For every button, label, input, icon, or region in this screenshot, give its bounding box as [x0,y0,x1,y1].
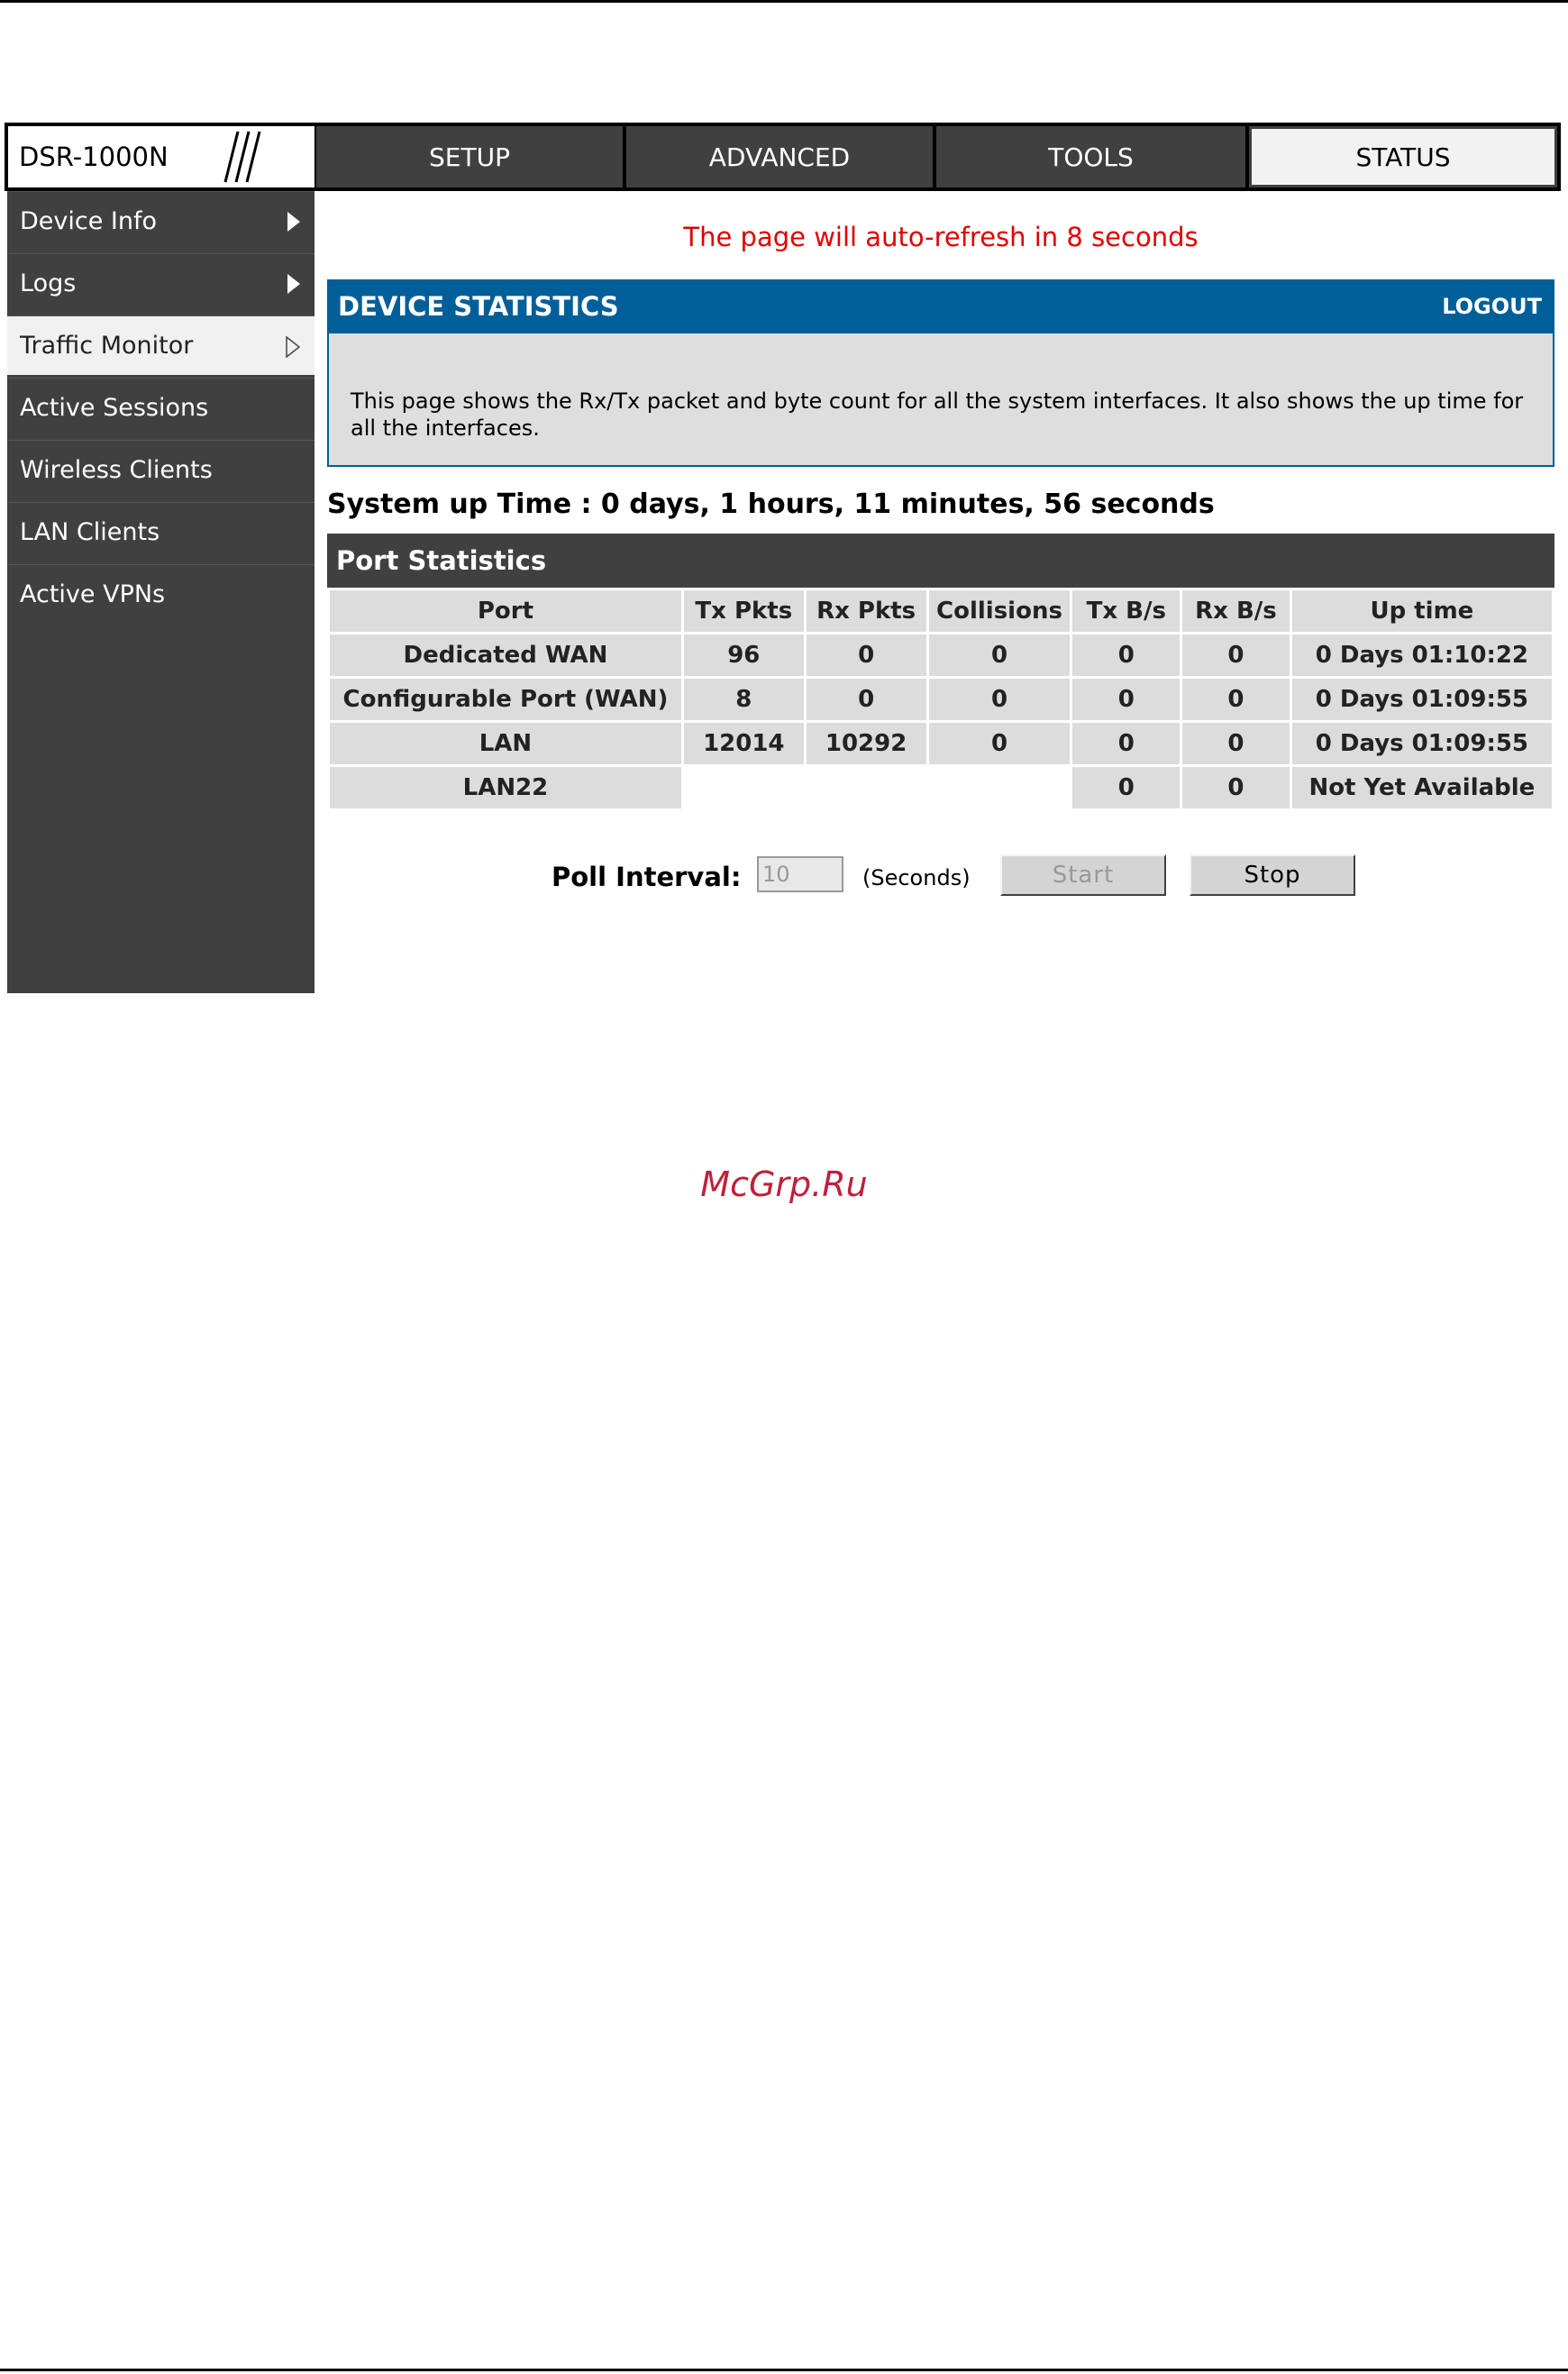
start-button[interactable]: Start [1000,854,1166,896]
table-cell: 0 [1180,764,1292,811]
table-cell: 0 [1180,632,1292,679]
table-cell: 12014 [680,720,807,767]
sidebar-item-active-vpns[interactable]: Active VPNs [7,564,315,624]
column-header: Tx B/s [1070,588,1183,635]
sidebar-item-label: Active VPNs [20,580,166,608]
device-statistics-header: DEVICE STATISTICS LOGOUT [327,279,1554,333]
poll-interval-label: Poll Interval: [552,862,742,892]
page-title: DEVICE STATISTICS [338,291,619,322]
table-cell: 0 [1070,676,1183,723]
column-header: Rx Pkts [803,588,929,635]
sidebar-item-label: Wireless Clients [20,456,213,484]
table-row: LAN22 0 0 Not Yet Available [327,764,1555,811]
table-cell: 0 [1070,764,1183,811]
page-description: This page shows the Rx/Tx packet and byt… [327,333,1554,467]
table-cell: 0 Days 01:09:55 [1289,720,1555,767]
auto-refresh-notice: The page will auto-refresh in 8 seconds [683,222,1199,252]
table-cell: 0 [1070,632,1183,679]
column-header: Port [327,588,684,635]
tab-setup[interactable]: SETUP [316,126,623,187]
table-cell: 8 [680,676,807,723]
table-cell: 0 [925,676,1073,723]
poll-interval-controls: Poll Interval: (Seconds) Start Stop [0,853,1568,899]
table-cell: 0 [803,632,929,679]
table-row: LAN 12014 10292 0 0 0 0 Days 01:09:55 [327,720,1555,767]
sidebar-item-label: Traffic Monitor [20,332,194,360]
sidebar-item-active-sessions[interactable]: Active Sessions [7,378,315,437]
table-cell: 0 [1180,720,1292,767]
table-cell: 0 [1180,676,1292,723]
table-cell: LAN22 [327,764,684,811]
table-cell: 0 [1070,720,1183,767]
tab-status[interactable]: STATUS [1249,126,1557,187]
table-cell: 0 Days 01:09:55 [1289,676,1555,723]
product-logo: DSR-1000N [8,126,315,187]
table-cell: Not Yet Available [1289,764,1555,811]
logout-link[interactable]: LOGOUT [1442,294,1542,319]
arrow-right-icon [287,212,300,232]
table-cell-empty [680,764,1073,811]
product-model: DSR-1000N [19,142,169,172]
column-header: Collisions [925,588,1073,635]
table-cell: 96 [680,632,807,679]
arrow-right-outline-icon [286,336,300,358]
tab-tools[interactable]: TOOLS [936,126,1245,187]
top-rule [0,0,1568,3]
sidebar-item-device-info[interactable]: Device Info [7,191,315,251]
sidebar-item-wireless-clients[interactable]: Wireless Clients [7,440,315,499]
tab-advanced[interactable]: ADVANCED [626,126,933,187]
column-header: Up time [1289,588,1555,635]
sidebar-item-label: Active Sessions [20,394,209,422]
logo-slashes-icon [223,131,261,183]
table-cell: 0 [925,720,1073,767]
top-nav: DSR-1000N SETUP ADVANCED TOOLS STATUS [5,123,1561,191]
port-statistics-header: Port Statistics [327,534,1554,588]
table-cell: 10292 [803,720,929,767]
sidebar-item-lan-clients[interactable]: LAN Clients [7,502,315,562]
stop-button[interactable]: Stop [1190,854,1355,896]
column-header: Rx B/s [1180,588,1292,635]
table-cell: 0 Days 01:10:22 [1289,632,1555,679]
table-cell: Configurable Port (WAN) [327,676,684,723]
table-cell: 0 [925,632,1073,679]
sidebar-item-label: Device Info [20,207,158,235]
table-cell: Dedicated WAN [327,632,684,679]
table-cell: LAN [327,720,684,767]
bottom-rule [0,2369,1568,2371]
poll-interval-unit: (Seconds) [862,865,971,890]
arrow-right-icon [287,274,300,294]
table-header-row: Port Tx Pkts Rx Pkts Collisions Tx B/s R… [327,588,1555,635]
system-uptime: System up Time : 0 days, 1 hours, 11 min… [327,488,1215,520]
sidebar-item-label: Logs [20,269,77,297]
watermark: McGrp.Ru [700,1164,868,1204]
sidebar-item-logs[interactable]: Logs [7,253,315,313]
poll-interval-input[interactable] [757,856,843,892]
table-row: Dedicated WAN 96 0 0 0 0 0 Days 01:10:22 [327,632,1555,679]
sidebar-item-label: LAN Clients [20,518,160,546]
sidebar-item-traffic-monitor[interactable]: Traffic Monitor [7,315,315,375]
port-statistics-table: Port Tx Pkts Rx Pkts Collisions Tx B/s R… [327,588,1555,811]
table-row: Configurable Port (WAN) 8 0 0 0 0 0 Days… [327,676,1555,723]
column-header: Tx Pkts [680,588,807,635]
table-cell: 0 [803,676,929,723]
